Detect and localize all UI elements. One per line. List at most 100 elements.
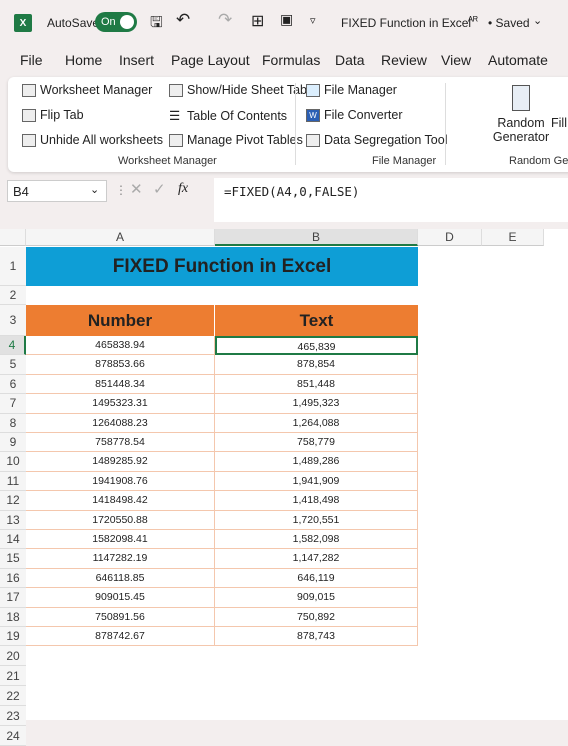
row-header-6[interactable]: 6	[0, 374, 26, 395]
row-header-23[interactable]: 23	[0, 706, 26, 727]
column-header-d[interactable]: D	[418, 229, 482, 246]
customize-qat-icon[interactable]: ▿	[310, 14, 316, 27]
row-header-13[interactable]: 13	[0, 510, 26, 530]
file-converter-button[interactable]: W File Converter	[306, 108, 403, 122]
number-cell[interactable]: 878853.66	[26, 355, 215, 375]
text-cell[interactable]: 646,119	[215, 568, 418, 589]
tab-formulas[interactable]: Formulas	[262, 52, 320, 68]
row-header-14[interactable]: 14	[0, 530, 26, 550]
text-cell[interactable]: 750,892	[215, 607, 418, 627]
number-cell[interactable]: 1582098.41	[26, 530, 215, 550]
random-generator-button[interactable]: Random Generator	[488, 116, 554, 144]
text-cell[interactable]: 1,720,551	[215, 510, 418, 530]
row-header-19[interactable]: 19	[0, 627, 26, 647]
column-header-e[interactable]: E	[482, 229, 544, 246]
flip-tab-button[interactable]: Flip Tab	[22, 108, 84, 122]
row-header-18[interactable]: 18	[0, 607, 26, 627]
borders-icon[interactable]: ⊞	[251, 11, 264, 31]
row-header-16[interactable]: 16	[0, 568, 26, 589]
redo-icon[interactable]: ↷	[218, 10, 232, 30]
tab-view[interactable]: View	[441, 52, 471, 68]
number-cell[interactable]: 851448.34	[26, 374, 215, 395]
text-cell[interactable]: 851,448	[215, 374, 418, 395]
save-status[interactable]: • Saved	[488, 16, 530, 30]
row-header-24[interactable]: 24	[0, 726, 26, 746]
number-cell[interactable]: 646118.85	[26, 568, 215, 589]
column-header-b[interactable]: B	[215, 229, 418, 246]
selected-cell[interactable]: 465,839	[215, 336, 418, 356]
sheet-title-cell[interactable]: FIXED Function in Excel	[26, 247, 418, 286]
enter-icon[interactable]: ✓	[153, 180, 166, 198]
number-cell[interactable]: 1264088.23	[26, 413, 215, 433]
row-header-11[interactable]: 11	[0, 471, 26, 492]
text-cell[interactable]: 1,418,498	[215, 491, 418, 511]
row-header-2[interactable]: 2	[0, 286, 26, 305]
tab-data[interactable]: Data	[335, 52, 365, 68]
chevron-down-icon[interactable]: ⌄	[90, 183, 99, 196]
text-cell[interactable]: 1,147,282	[215, 549, 418, 569]
number-cell[interactable]: 878742.67	[26, 627, 215, 647]
number-cell[interactable]: 1147282.19	[26, 549, 215, 569]
unhide-all-button[interactable]: Unhide All worksheets	[22, 133, 163, 147]
cancel-icon[interactable]: ✕	[130, 180, 143, 198]
label: Generator	[492, 130, 550, 144]
chevron-down-icon[interactable]: ⌄	[533, 14, 542, 27]
number-cell[interactable]: 1495323.31	[26, 394, 215, 414]
number-cell[interactable]: 909015.45	[26, 588, 215, 608]
row-header-8[interactable]: 8	[0, 413, 26, 433]
tab-review[interactable]: Review	[381, 52, 427, 68]
tab-file[interactable]: File	[20, 52, 43, 68]
camera-icon[interactable]: ▣	[280, 11, 293, 28]
number-cell[interactable]: 758778.54	[26, 433, 215, 453]
header-text[interactable]: Text	[215, 305, 418, 336]
number-cell[interactable]: 1720550.88	[26, 510, 215, 530]
row-header-9[interactable]: 9	[0, 433, 26, 453]
tab-insert[interactable]: Insert	[119, 52, 154, 68]
row-header-3[interactable]: 3	[0, 305, 26, 336]
row-header-17[interactable]: 17	[0, 588, 26, 608]
save-icon[interactable]: 🖫	[150, 12, 163, 37]
tab-home[interactable]: Home	[65, 52, 102, 68]
text-cell[interactable]: 878,743	[215, 627, 418, 647]
row-header-4[interactable]: 4	[0, 336, 26, 356]
row-header-22[interactable]: 22	[0, 686, 26, 707]
row-header-21[interactable]: 21	[0, 666, 26, 687]
number-cell[interactable]: 465838.94	[26, 336, 215, 356]
text-cell[interactable]: 1,489,286	[215, 452, 418, 472]
text-cell[interactable]: 909,015	[215, 588, 418, 608]
text-cell[interactable]: 1,941,909	[215, 471, 418, 492]
text-cell[interactable]: 758,779	[215, 433, 418, 453]
row-header-10[interactable]: 10	[0, 452, 26, 472]
text-cell[interactable]: 878,854	[215, 355, 418, 375]
insert-function-button[interactable]: fx	[178, 181, 188, 197]
undo-icon[interactable]: ↶	[176, 10, 190, 30]
number-cell[interactable]: 1418498.42	[26, 491, 215, 511]
number-cell[interactable]: 1941908.76	[26, 471, 215, 492]
table-of-contents-button[interactable]: ☰ Table Of Contents	[169, 108, 287, 124]
row-header-20[interactable]: 20	[0, 646, 26, 667]
row-header-1[interactable]: 1	[0, 247, 26, 286]
fill-button[interactable]: Fill	[551, 116, 567, 130]
data-segregation-button[interactable]: Data Segregation Tool	[306, 133, 447, 147]
formula-input[interactable]: =FIXED(A4,0,FALSE)	[214, 178, 568, 222]
manage-pivot-button[interactable]: Manage Pivot Tables	[169, 133, 303, 147]
row-header-12[interactable]: 12	[0, 491, 26, 511]
share-people-icon[interactable]: ᴬᴿ	[468, 15, 478, 27]
header-number[interactable]: Number	[26, 305, 215, 336]
worksheet-manager-button[interactable]: Worksheet Manager	[22, 83, 152, 97]
row-header-15[interactable]: 15	[0, 549, 26, 569]
number-cell[interactable]: 1489285.92	[26, 452, 215, 472]
number-cell[interactable]: 750891.56	[26, 607, 215, 627]
text-cell[interactable]: 1,495,323	[215, 394, 418, 414]
text-cell[interactable]: 1,582,098	[215, 530, 418, 550]
tab-page-layout[interactable]: Page Layout	[171, 52, 250, 68]
row-header-5[interactable]: 5	[0, 355, 26, 375]
show-hide-tabs-button[interactable]: Show/Hide Sheet Tabs	[169, 83, 313, 97]
autosave-toggle[interactable]: On	[95, 12, 137, 32]
file-manager-button[interactable]: File Manager	[306, 83, 397, 97]
text-cell[interactable]: 1,264,088	[215, 413, 418, 433]
tab-automate[interactable]: Automate	[488, 52, 548, 68]
column-header-a[interactable]: A	[26, 229, 215, 246]
select-all[interactable]	[0, 229, 26, 246]
row-header-7[interactable]: 7	[0, 394, 26, 414]
